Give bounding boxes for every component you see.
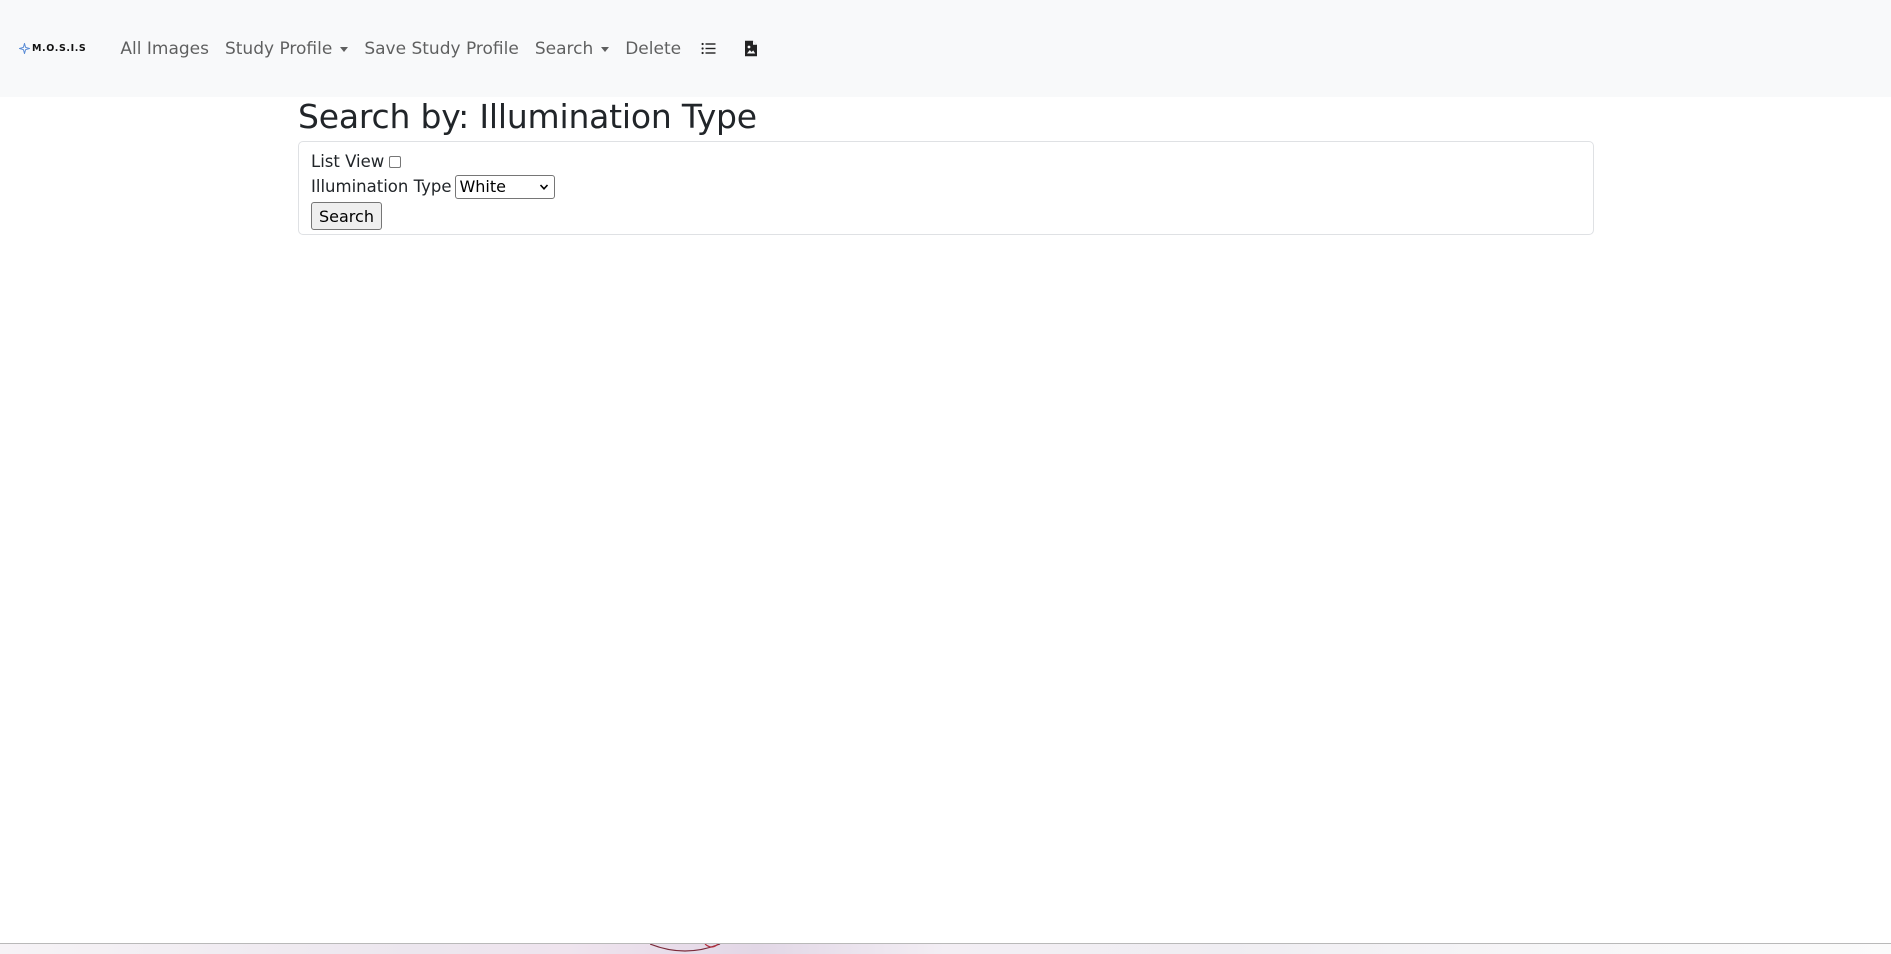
list-view-label: List View bbox=[311, 152, 385, 171]
nav-save-study-profile-label: Save Study Profile bbox=[364, 38, 519, 59]
nav-save-study-profile[interactable]: Save Study Profile bbox=[364, 39, 518, 59]
illumination-type-value: White bbox=[459, 177, 506, 196]
chevron-down-icon bbox=[540, 183, 549, 190]
list-icon bbox=[701, 42, 716, 55]
nav-delete[interactable]: Delete bbox=[625, 39, 681, 59]
nav-search-dropdown[interactable]: Search bbox=[534, 38, 610, 59]
nav-all-images[interactable]: All Images bbox=[120, 39, 209, 59]
search-button[interactable]: Search bbox=[311, 202, 382, 230]
nav-study-profile-dropdown[interactable]: Study Profile bbox=[224, 38, 349, 59]
illumination-type-select[interactable]: White bbox=[455, 174, 556, 199]
brand-text: M.O.S.I.S bbox=[32, 43, 87, 54]
chevron-down-icon bbox=[601, 47, 610, 52]
search-form-card: List View Illumination Type White Search bbox=[298, 141, 1594, 235]
background-image-strip bbox=[0, 943, 1891, 954]
sparkle-icon bbox=[19, 43, 30, 54]
list-view-row: List View bbox=[311, 149, 1581, 174]
nav-all-images-label: All Images bbox=[120, 38, 209, 59]
list-view-nav-button[interactable] bbox=[701, 42, 716, 55]
chevron-down-icon bbox=[340, 47, 349, 52]
nav-study-profile-label: Study Profile bbox=[224, 38, 333, 59]
page-title: Search by: Illumination Type bbox=[298, 97, 757, 136]
file-image-icon bbox=[745, 40, 758, 57]
image-file-nav-button[interactable] bbox=[744, 40, 758, 57]
brand-logo[interactable]: M.O.S.I.S bbox=[19, 43, 86, 54]
illumination-type-row: Illumination Type White bbox=[311, 174, 1581, 199]
nav-delete-label: Delete bbox=[625, 38, 682, 59]
illumination-type-label: Illumination Type bbox=[311, 177, 452, 196]
nav-search-label: Search bbox=[534, 38, 594, 59]
list-view-checkbox[interactable] bbox=[389, 155, 402, 168]
page: M.O.S.I.S All Images Study Profile Save … bbox=[0, 0, 1891, 954]
navbar: M.O.S.I.S All Images Study Profile Save … bbox=[0, 0, 1891, 97]
main-content: Search by: Illumination Type List View I… bbox=[298, 97, 1594, 235]
decorative-curve bbox=[650, 944, 721, 952]
